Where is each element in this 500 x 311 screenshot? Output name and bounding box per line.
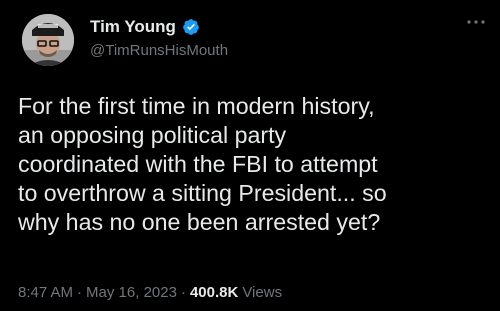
- tweet-body: For the first time in modern history, an…: [18, 92, 488, 237]
- tweet-date[interactable]: May 16, 2023: [86, 284, 177, 301]
- tweet-card: Tim Young @TimRunsHisMouth For the first…: [0, 0, 500, 311]
- views-count: 400.8K: [189, 283, 239, 301]
- tweet-text-line: an opposing political party: [18, 122, 287, 148]
- avatar-image: [22, 14, 74, 66]
- tweet-text-line: For the first time in modern history,: [18, 93, 375, 119]
- tweet-meta: 8:47 AM · May 16, 2023 · 400.8K Views: [18, 282, 282, 302]
- more-dots-icon: [467, 20, 485, 24]
- tweet-text-line: coordinated with the FBI to attempt: [18, 151, 378, 177]
- author-display-name[interactable]: Tim Young: [90, 17, 176, 37]
- tweet-text-line: to overthrow a sitting President... so: [18, 180, 387, 206]
- author-avatar[interactable]: [22, 14, 74, 66]
- author-handle[interactable]: @TimRunsHisMouth: [90, 42, 228, 59]
- tweet-text-line: why has no one been arrested yet?: [18, 209, 381, 235]
- meta-separator: ·: [180, 283, 186, 301]
- views-label: Views: [242, 283, 283, 301]
- author-name-row: Tim Young: [90, 16, 200, 38]
- meta-separator: ·: [77, 283, 83, 301]
- verified-badge-icon: [182, 18, 200, 36]
- more-options-button[interactable]: [462, 12, 490, 32]
- tweet-time[interactable]: 8:47 AM: [18, 284, 73, 301]
